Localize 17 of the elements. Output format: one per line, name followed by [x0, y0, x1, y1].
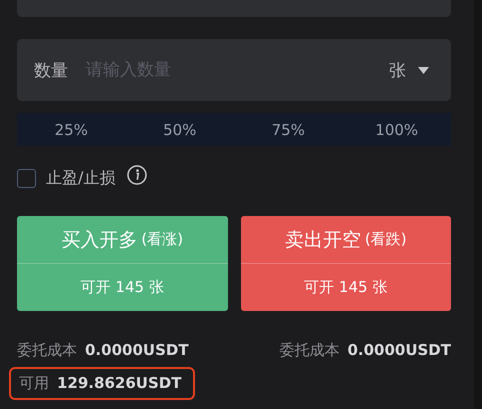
cost-value: 0.0000USDT [85, 341, 189, 359]
cost-label: 委托成本 [17, 341, 77, 360]
checkbox[interactable] [17, 169, 36, 188]
checkbox-label: 止盈/止损 [46, 168, 116, 189]
caret-icon[interactable] [418, 66, 429, 74]
percent-option[interactable]: 25% [17, 113, 126, 146]
percent-option[interactable]: 50% [126, 113, 234, 146]
info-icon[interactable] [127, 164, 148, 184]
cost-label: 委托成本 [279, 341, 340, 360]
sell-button[interactable]: 卖出开空 (看跌) 可开 145 张 [240, 216, 451, 311]
percent-option[interactable]: 100% [342, 113, 451, 146]
unit-dropdown[interactable]: 张 [389, 58, 406, 82]
percent-option[interactable]: 75% [234, 113, 342, 146]
available-label: 可用 [19, 374, 49, 393]
available-value: 129.8626USDT [57, 374, 182, 392]
field-label: 数量 [34, 60, 68, 82]
cost-value: 0.0000USDT [347, 341, 451, 359]
